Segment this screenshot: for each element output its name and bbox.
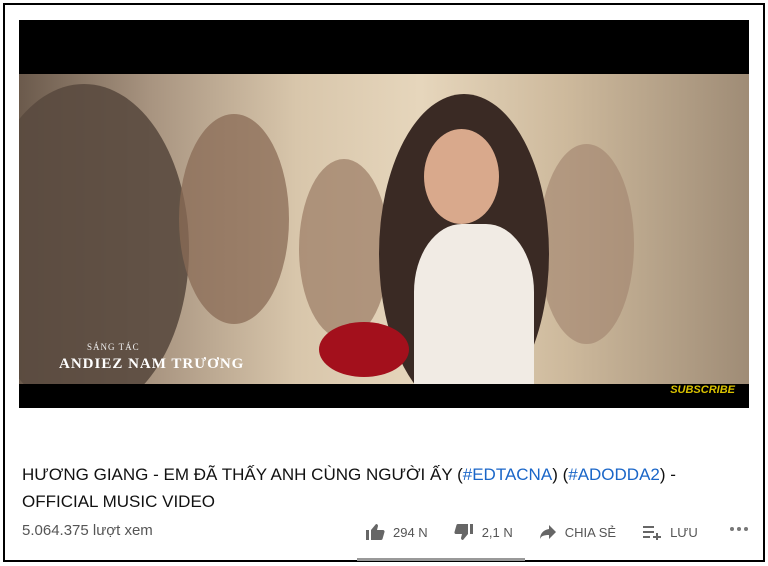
title-text: HƯƠNG GIANG - EM ĐÃ THẤY ANH CÙNG NGƯỜI …: [22, 465, 463, 484]
subscribe-watermark[interactable]: SUBSCRIBE: [670, 384, 735, 396]
video-frame: SÁNG TÁC ANDIEZ NAM TRƯƠNG: [19, 74, 749, 384]
title-text: ) (: [552, 465, 569, 484]
background-girl-left: [179, 114, 289, 324]
dislike-button[interactable]: 2,1 N: [454, 523, 513, 541]
share-arrow-icon: [539, 525, 556, 539]
credit-name: ANDIEZ NAM TRƯƠNG: [59, 356, 245, 372]
foreground-man-silhouette: [19, 84, 189, 384]
background-girl-right: [539, 144, 634, 344]
action-bar: 294 N 2,1 N CHIA SẺ LƯU: [365, 523, 724, 541]
main-girl-ao-dai: [414, 224, 534, 384]
title-text: OFFICIAL MUSIC VIDEO: [22, 492, 216, 511]
scroll-indicator: [357, 558, 525, 561]
dislike-count: 2,1 N: [481, 524, 513, 540]
view-count: 5.064.375 lượt xem: [22, 522, 153, 539]
share-button[interactable]: CHIA SẺ: [539, 524, 616, 540]
save-button[interactable]: LƯU: [642, 524, 698, 540]
share-label: CHIA SẺ: [564, 524, 617, 540]
save-label: LƯU: [670, 524, 698, 540]
hashtag-link-adodda2[interactable]: #ADODDA2: [568, 465, 660, 484]
video-player[interactable]: SÁNG TÁC ANDIEZ NAM TRƯƠNG SUBSCRIBE: [19, 20, 749, 408]
playlist-add-icon: [643, 526, 662, 540]
main-girl-face: [424, 129, 499, 224]
title-text: ) -: [659, 465, 676, 484]
more-options-icon[interactable]: [730, 527, 748, 531]
video-card: SÁNG TÁC ANDIEZ NAM TRƯƠNG SUBSCRIBE HƯƠ…: [3, 3, 765, 562]
thumbs-down-icon: [454, 524, 473, 540]
thumbs-up-icon: [366, 524, 385, 540]
video-title: HƯƠNG GIANG - EM ĐÃ THẤY ANH CÙNG NGƯỜI …: [22, 461, 742, 515]
like-button[interactable]: 294 N: [365, 523, 428, 541]
credit-label: SÁNG TÁC: [87, 342, 140, 352]
background-girl-middle: [299, 159, 389, 339]
hashtag-link-edtacna[interactable]: #EDTACNA: [463, 465, 552, 484]
red-roses: [319, 322, 409, 377]
like-count: 294 N: [393, 524, 428, 540]
